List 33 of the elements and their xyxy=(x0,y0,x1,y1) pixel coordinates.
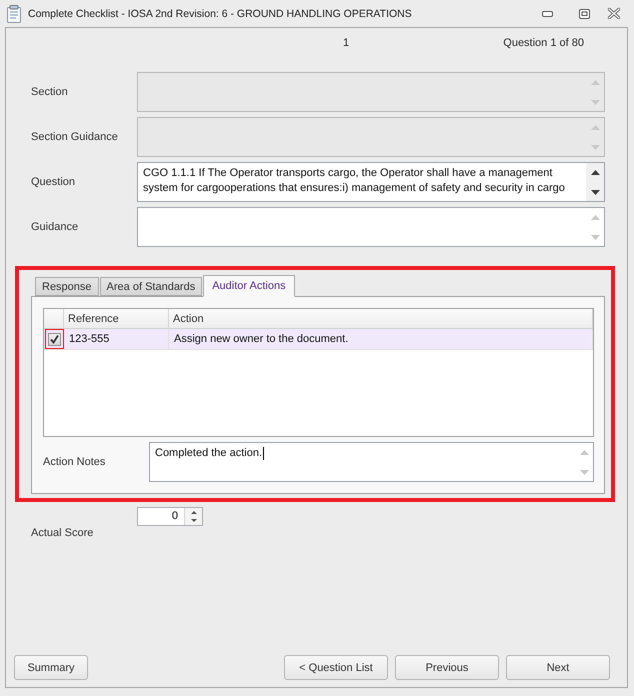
row-checkbox[interactable] xyxy=(48,332,61,346)
text-area-field[interactable]: CGO 1.1.1 If The Operator transports cargo, the Operator shall have a management system for cargooperations that ensures:i) management of safety and security in cargo xyxy=(137,162,605,202)
minimize-icon[interactable] xyxy=(542,10,553,16)
scrollbar[interactable] xyxy=(586,163,604,201)
column-header[interactable]: Reference xyxy=(64,309,169,328)
table-cell: Assign new owner to the document. xyxy=(169,329,593,349)
table-row[interactable]: 123-555 Assign new owner to the document. xyxy=(44,329,593,350)
table-cell: 123-555 xyxy=(64,329,169,349)
scroll-down-icon[interactable] xyxy=(590,190,600,195)
nav-button[interactable]: Previous xyxy=(395,655,499,680)
summary-button[interactable]: Summary xyxy=(14,655,88,680)
tab[interactable]: Auditor Actions xyxy=(203,275,295,297)
spin-up-icon[interactable] xyxy=(190,510,196,514)
field-label: Guidance xyxy=(31,221,78,233)
close-icon[interactable] xyxy=(608,8,620,19)
spin-down-icon[interactable] xyxy=(190,519,196,522)
field-label: Action Notes xyxy=(43,456,106,468)
tab[interactable]: Area of Standards xyxy=(100,277,202,296)
field-label: Section xyxy=(31,86,68,98)
field-label: Question xyxy=(31,176,76,188)
nav-button[interactable]: Next xyxy=(506,655,610,680)
question-position: Question 1 of 80 xyxy=(503,37,584,49)
window-title: Complete Checklist - IOSA 2nd Revision: 6 - GROUND HANDLING OPERATIONS xyxy=(28,8,412,20)
scroll-up-icon[interactable] xyxy=(590,170,600,175)
column-header[interactable]: Action xyxy=(169,309,593,328)
maximize-icon[interactable] xyxy=(579,8,590,18)
score-spinner[interactable]: 0 xyxy=(137,507,203,526)
notepad-icon xyxy=(7,4,22,22)
nav-button[interactable]: < Question List xyxy=(284,655,388,680)
page-number: 1 xyxy=(343,37,350,49)
tab[interactable]: Response xyxy=(35,277,99,296)
field-label: Actual Score xyxy=(31,527,94,539)
field-label: Section Guidance xyxy=(31,131,118,143)
